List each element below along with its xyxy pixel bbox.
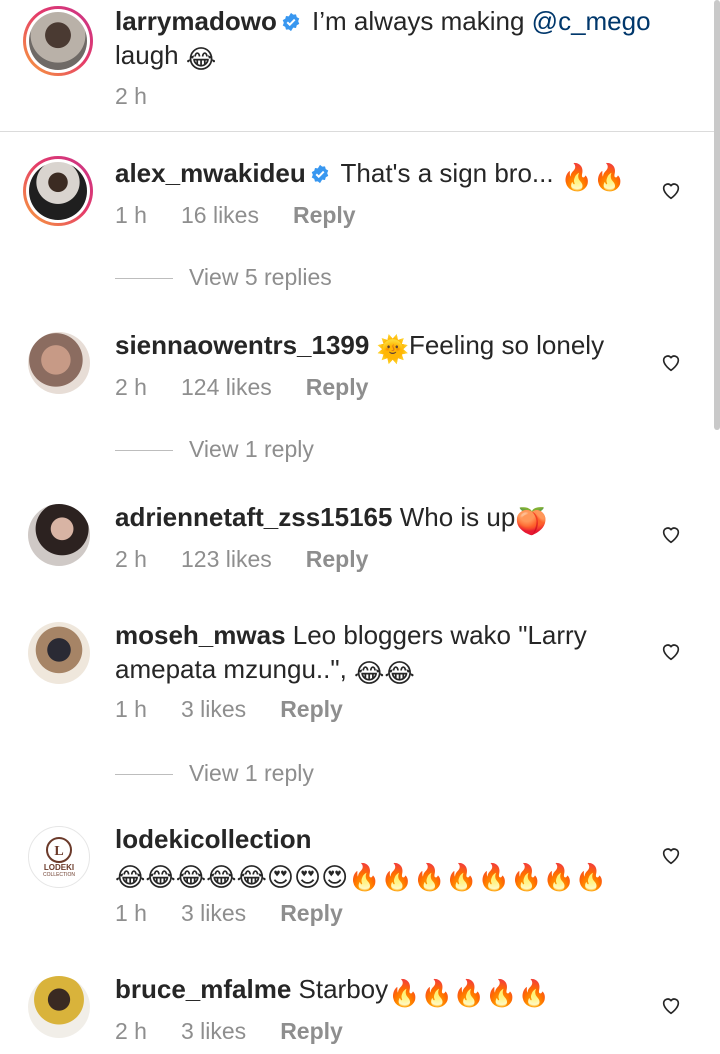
caption-mention-link[interactable]: @c_mego — [532, 6, 651, 36]
replies-divider — [115, 278, 173, 280]
heart-outline-icon[interactable] — [660, 844, 682, 866]
caption-time: 2 h — [115, 83, 147, 109]
comment-time: 2 h — [115, 546, 147, 572]
comment-meta: 1 h 3 likes Reply — [115, 899, 343, 927]
comment-likes[interactable]: 123 likes — [181, 545, 272, 573]
comment-text: adriennetaft_zss15165 Who is up🍑 — [115, 500, 655, 538]
comment-text: alex_mwakideu That's a sign bro... 🔥🔥 — [115, 156, 655, 194]
heart-outline-icon[interactable] — [660, 523, 682, 545]
reply-button[interactable]: Reply — [293, 201, 356, 229]
brand-logo-avatar[interactable]: L LODEKI COLLECTION — [28, 826, 90, 888]
comment-text: siennaowentrs_1399 🌞Feeling so lonely — [115, 328, 655, 366]
comment-username[interactable]: adriennetaft_zss15165 — [115, 502, 392, 532]
comment-body: Who is up — [392, 502, 516, 532]
comment-likes[interactable]: 16 likes — [181, 201, 259, 229]
comment-username[interactable]: lodekicollection — [115, 824, 312, 854]
comment-body: Feeling so lonely — [408, 330, 605, 360]
heart-outline-icon[interactable] — [660, 994, 682, 1016]
comment-likes[interactable]: 3 likes — [181, 695, 246, 723]
comment-emojis: 🔥🔥🔥🔥🔥 — [388, 978, 551, 1008]
sun-emoji: 🌞 — [376, 334, 409, 364]
reply-button[interactable]: Reply — [280, 695, 343, 723]
verified-badge-icon — [282, 12, 300, 32]
comment-meta: 2 h 124 likes Reply — [115, 373, 368, 401]
comment-username[interactable]: alex_mwakideu — [115, 158, 306, 188]
reply-button[interactable]: Reply — [306, 545, 369, 573]
svg-text:L: L — [54, 844, 63, 859]
post-caption: larrymadowo I’m always making @c_mego la… — [0, 0, 714, 132]
comment-time: 2 h — [115, 374, 147, 400]
comment-time: 1 h — [115, 696, 147, 722]
comment-avatar[interactable] — [28, 504, 90, 566]
comment-username[interactable]: siennaowentrs_1399 — [115, 330, 369, 360]
comment-avatar[interactable] — [23, 156, 93, 226]
comment-likes[interactable]: 124 likes — [181, 373, 272, 401]
lodeki-logo-icon: L — [46, 836, 72, 863]
caption-username[interactable]: larrymadowo — [115, 6, 277, 36]
view-replies-label: View 1 reply — [189, 436, 314, 462]
reply-button[interactable]: Reply — [306, 373, 369, 401]
comment-text: lodekicollection 😂😂😂😂😂😍😍😍🔥🔥🔥🔥🔥🔥🔥🔥 — [115, 822, 655, 894]
caption-text: larrymadowo I’m always making @c_mego la… — [115, 4, 655, 76]
heart-outline-icon[interactable] — [660, 351, 682, 373]
comment-emojis: 😂😂 — [354, 658, 415, 688]
comment-meta: 1 h 3 likes Reply — [115, 695, 343, 723]
comment-time: 1 h — [115, 202, 147, 228]
comment-avatar[interactable] — [28, 622, 90, 684]
replies-divider — [115, 774, 173, 776]
comment-avatar[interactable] — [28, 976, 90, 1038]
comment-meta: 2 h 123 likes Reply — [115, 545, 368, 573]
caption-meta: 2 h — [115, 82, 181, 110]
heart-outline-icon[interactable] — [660, 179, 682, 201]
caption-avatar[interactable] — [23, 6, 93, 76]
comment-meta: 1 h 16 likes Reply — [115, 201, 356, 229]
comment-text: moseh_mwas Leo bloggers wako "Larry amep… — [115, 618, 655, 690]
view-replies-link[interactable]: View 1 reply — [115, 759, 314, 787]
caption-body-1: I’m always making — [304, 6, 532, 36]
comment-likes[interactable]: 3 likes — [181, 899, 246, 927]
reply-button[interactable]: Reply — [280, 899, 343, 927]
comment-username[interactable]: bruce_mfalme — [115, 974, 291, 1004]
comment-text: bruce_mfalme Starboy🔥🔥🔥🔥🔥 — [115, 972, 655, 1010]
view-replies-link[interactable]: View 1 reply — [115, 435, 314, 463]
view-replies-label: View 1 reply — [189, 760, 314, 786]
verified-badge-icon — [311, 164, 329, 184]
view-replies-link[interactable]: View 5 replies — [115, 263, 332, 291]
comment-emojis: 🍑 — [515, 506, 548, 536]
caption-body-2: laugh — [115, 40, 186, 70]
logo-subtext: COLLECTION — [43, 871, 75, 878]
replies-divider — [115, 450, 173, 452]
heart-outline-icon[interactable] — [660, 640, 682, 662]
comment-body: That's a sign bro... — [333, 158, 561, 188]
comment-likes[interactable]: 3 likes — [181, 1017, 246, 1045]
comment-meta: 2 h 3 likes Reply — [115, 1017, 343, 1045]
view-replies-label: View 5 replies — [189, 264, 332, 290]
comment-emojis: 😂😂😂😂😂😍😍😍🔥🔥🔥🔥🔥🔥🔥🔥 — [115, 862, 608, 892]
comment-body: Starboy — [291, 974, 389, 1004]
comment-time: 1 h — [115, 900, 147, 926]
comment-username[interactable]: moseh_mwas — [115, 620, 286, 650]
logo-wordmark: LODEKI — [43, 862, 75, 872]
scrollbar[interactable] — [714, 0, 720, 430]
comment-emojis: 🔥🔥 — [560, 162, 626, 192]
comment-time: 2 h — [115, 1018, 147, 1044]
comment-avatar[interactable] — [28, 332, 90, 394]
reply-button[interactable]: Reply — [280, 1017, 343, 1045]
caption-emoji: 😂 — [185, 44, 217, 74]
